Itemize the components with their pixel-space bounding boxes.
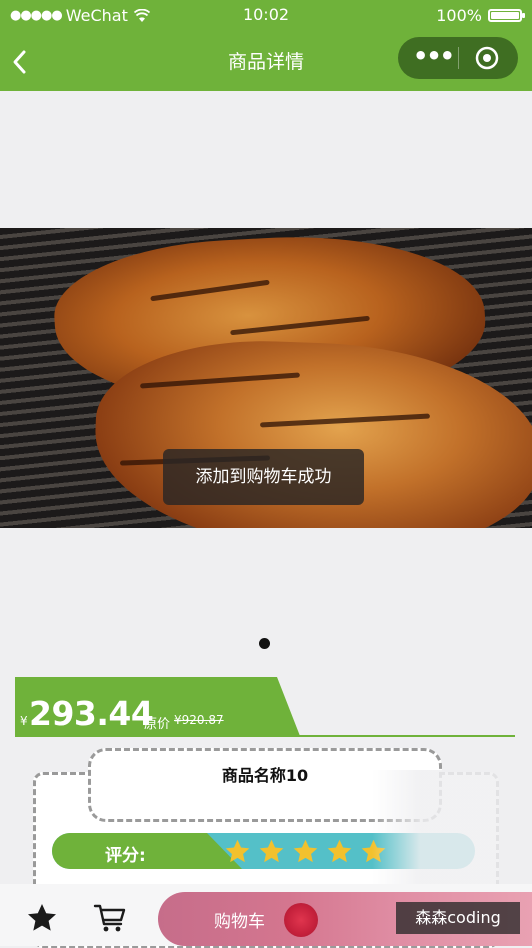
battery-icon [488, 9, 525, 22]
capsule-divider [458, 47, 459, 69]
more-dots-icon[interactable]: ••• [408, 37, 458, 79]
cart-fly-ball [284, 903, 318, 937]
original-price-label: 原价 [144, 717, 171, 732]
battery: 100% [436, 6, 525, 25]
price-currency: ¥ [20, 714, 28, 728]
rating-star-icon [259, 839, 284, 863]
battery-percent: 100% [436, 6, 482, 25]
toast-message: 添加到购物车成功 [163, 449, 364, 505]
price-value: 293.44 [29, 694, 154, 733]
carousel-indicator[interactable] [259, 638, 270, 649]
rating-star-icon [293, 839, 318, 863]
cart-icon[interactable] [93, 902, 127, 934]
watermark: 森森coding [396, 902, 520, 934]
original-price-value: ¥920.87 [174, 713, 224, 727]
status-bar: ●●●●● WeChat 10:02 100% [0, 0, 532, 34]
rating-label-band [52, 833, 242, 869]
mini-program-capsule: ••• [398, 37, 518, 79]
rating-star-icon [327, 839, 352, 863]
price-underline [15, 735, 515, 737]
rating-label: 评分: [105, 846, 146, 866]
rating-star-icon [225, 839, 250, 863]
cart-button-label: 购物车 [214, 912, 265, 932]
target-circle-icon[interactable] [474, 45, 500, 71]
star-icon[interactable] [26, 902, 58, 934]
